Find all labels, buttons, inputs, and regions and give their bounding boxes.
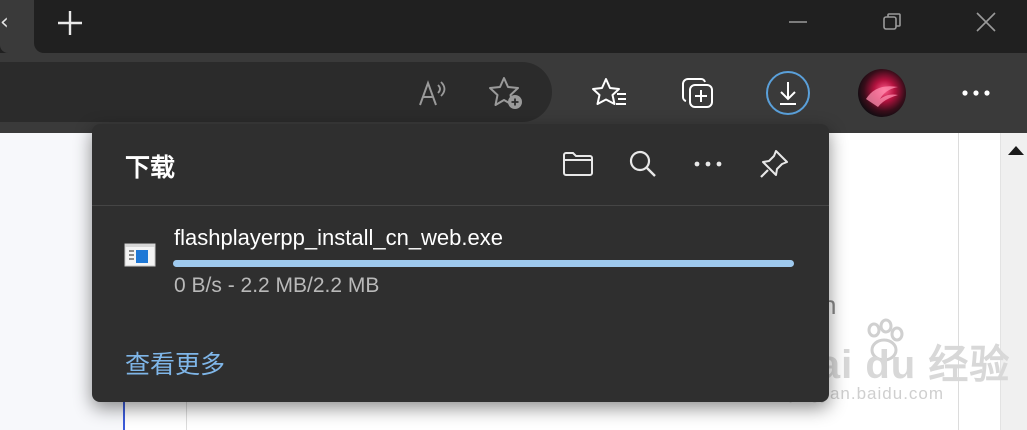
open-folder-button[interactable]: [558, 144, 598, 184]
minimize-icon: [789, 21, 807, 23]
downloads-icon: [780, 82, 796, 105]
pin-icon: [760, 150, 788, 178]
downloads-title: 下载: [125, 153, 176, 182]
tab-scroll-left-icon[interactable]: ‹: [0, 9, 16, 37]
profile-avatar[interactable]: [858, 69, 906, 117]
minimize-button[interactable]: [778, 6, 818, 38]
favorites-button[interactable]: [588, 71, 632, 115]
add-favorite-icon: [489, 77, 522, 109]
downloads-more-button[interactable]: [688, 144, 728, 184]
rog-logo-icon: [866, 86, 898, 107]
collections-button[interactable]: [676, 71, 720, 115]
new-tab-button[interactable]: [52, 6, 88, 40]
search-downloads-button[interactable]: [623, 144, 663, 184]
address-bar[interactable]: [0, 62, 552, 122]
add-favorite-button[interactable]: [484, 71, 528, 115]
close-icon: [976, 12, 996, 32]
more-button[interactable]: [954, 71, 998, 115]
see-more-link[interactable]: 查看更多: [125, 345, 225, 381]
download-file-name[interactable]: flashplayerpp_install_cn_web.exe: [174, 225, 503, 251]
exe-file-icon: [124, 243, 156, 267]
flyout-divider: [92, 205, 829, 206]
read-aloud-button[interactable]: [410, 71, 454, 115]
favorites-icon: [592, 78, 626, 105]
download-status: 0 B/s - 2.2 MB/2.2 MB: [174, 274, 380, 297]
restore-button[interactable]: [872, 6, 912, 38]
folder-icon: [563, 152, 593, 176]
pin-downloads-button[interactable]: [754, 144, 794, 184]
more-icon: [694, 161, 722, 167]
search-icon: [629, 150, 656, 177]
downloads-button[interactable]: [766, 71, 810, 115]
scroll-up-arrow-icon[interactable]: [1008, 146, 1024, 155]
restore-icon: [883, 13, 901, 30]
downloads-flyout: 下载 flashplayerpp_install_cn_web.exe 0 B/…: [92, 124, 829, 402]
close-button[interactable]: [966, 6, 1006, 38]
download-progress-bar: [173, 260, 794, 267]
download-progress-fill: [173, 260, 794, 267]
more-icon: [962, 90, 990, 96]
collections-icon: [682, 78, 713, 108]
plus-icon: [58, 11, 82, 35]
read-aloud-icon: [419, 80, 446, 106]
